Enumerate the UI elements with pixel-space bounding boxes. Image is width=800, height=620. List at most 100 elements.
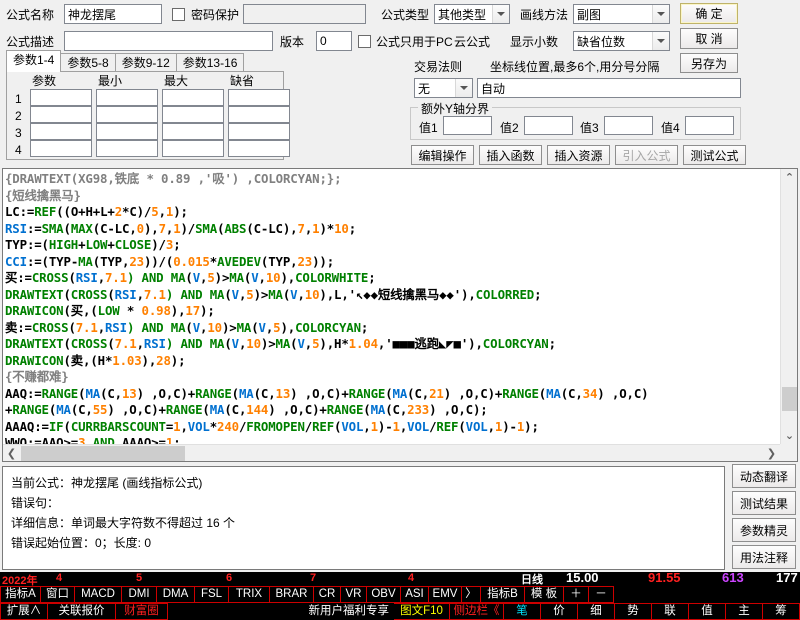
param-tab-1[interactable]: 参数1-4 — [6, 50, 62, 72]
action-button-2[interactable]: 插入函数 — [479, 145, 542, 165]
horizontal-scrollbar[interactable]: ❮ ❯ — [3, 444, 780, 461]
param-cell-r3-param[interactable] — [30, 123, 92, 140]
param-cell-r4-param[interactable] — [30, 140, 92, 157]
value2-input[interactable] — [524, 116, 573, 135]
scroll-left-icon[interactable]: ❮ — [3, 445, 20, 461]
version-input[interactable] — [316, 31, 352, 51]
taskbar-indicator-18[interactable]: － — [589, 586, 614, 603]
password-input[interactable] — [243, 4, 366, 24]
taskbar-indicator-5[interactable]: DMA — [157, 586, 195, 603]
password-protect-checkbox[interactable] — [172, 7, 185, 22]
taskbar-indicator-15[interactable]: 指标B — [481, 586, 525, 603]
trade-rule-select[interactable]: 无 — [414, 78, 473, 98]
ticker-extra: 177 — [776, 572, 798, 585]
formula-type-select[interactable]: 其他类型 — [434, 4, 510, 24]
ok-button[interactable]: 确 定 — [680, 3, 738, 24]
taskbar-indicator-12[interactable]: ASI — [401, 586, 429, 603]
param-tabs[interactable]: 参数1-4 参数5-8 参数9-12 参数13-16 — [6, 50, 245, 72]
taskbar-indicator-13[interactable]: EMV — [429, 586, 462, 603]
decimal-select[interactable]: 缺省位数 — [573, 31, 670, 51]
taskbar-tool-9[interactable]: 细 — [578, 603, 615, 620]
param-cell-r2-min[interactable] — [96, 106, 158, 123]
taskbar-tool-10[interactable]: 势 — [615, 603, 652, 620]
ticker-row: 2022年 4 5 6 7 4 日线 15.00 91.55 613 177 — [0, 572, 800, 587]
param-cell-r4-min[interactable] — [96, 140, 158, 157]
scroll-up-icon[interactable]: ⌃ — [781, 169, 797, 186]
scroll-down-icon[interactable]: ⌄ — [781, 427, 797, 444]
taskbar-indicator-16[interactable]: 模 板 — [525, 586, 564, 603]
taskbar-tool-2[interactable]: 关联报价 — [48, 603, 116, 620]
taskbar-tool-8[interactable]: 价 — [541, 603, 578, 620]
taskbar-tool-7[interactable]: 笔 — [504, 603, 541, 620]
param-row-index-1: 1 — [15, 92, 22, 106]
param-cell-r2-param[interactable] — [30, 106, 92, 123]
taskbar-indicator-7[interactable]: TRIX — [229, 586, 270, 603]
side-button-2[interactable]: 测试结果 — [732, 491, 796, 515]
taskbar-indicator-2[interactable]: 窗口 — [41, 586, 75, 603]
taskbar-indicator-11[interactable]: OBV — [367, 586, 401, 603]
taskbar-tool-1[interactable]: 扩展∧ — [0, 603, 48, 620]
taskbar-tool-14[interactable]: 筹 — [763, 603, 800, 620]
action-button-1[interactable]: 编辑操作 — [411, 145, 474, 165]
param-tab-4[interactable]: 参数13-16 — [175, 53, 245, 72]
cancel-button[interactable]: 取 消 — [680, 28, 738, 49]
taskbar-indicator-6[interactable]: FSL — [195, 586, 229, 603]
draw-method-select[interactable]: 副图 — [573, 4, 670, 24]
param-cell-r3-min[interactable] — [96, 123, 158, 140]
taskbar-tool-6[interactable]: 侧边栏《 — [450, 603, 504, 620]
chevron-down-icon[interactable] — [492, 5, 509, 23]
param-cell-r4-max[interactable] — [162, 140, 224, 157]
taskbar-promo-label[interactable]: 新用户福利专享 — [168, 603, 394, 620]
chevron-down-icon[interactable] — [652, 5, 669, 23]
chevron-down-icon[interactable] — [652, 32, 669, 50]
vertical-scrollbar[interactable]: ⌃ ⌄ — [780, 169, 797, 444]
param-cell-r3-default[interactable] — [228, 123, 290, 140]
param-cell-r1-default[interactable] — [228, 89, 290, 106]
formula-name-input[interactable] — [64, 4, 162, 24]
taskbar-indicator-9[interactable]: CR — [314, 586, 341, 603]
param-cell-r2-max[interactable] — [162, 106, 224, 123]
value3-input[interactable] — [604, 116, 653, 135]
value1-input[interactable] — [443, 116, 492, 135]
param-cell-r2-default[interactable] — [228, 106, 290, 123]
taskbar-tool-13[interactable]: 主 — [726, 603, 763, 620]
action-button-3[interactable]: 插入资源 — [547, 145, 610, 165]
value4-input[interactable] — [685, 116, 734, 135]
horizontal-scroll-thumb[interactable] — [21, 446, 185, 461]
code-surface[interactable]: www.gpgs.cn {DRAWTEXT(XG98,铁底 * 0.89 ,'吸… — [3, 169, 780, 444]
taskbar-indicator-8[interactable]: BRAR — [270, 586, 314, 603]
side-button-1[interactable]: 动态翻译 — [732, 464, 796, 488]
value3-label: 值3 — [580, 121, 599, 135]
param-cell-r1-param[interactable] — [30, 89, 92, 106]
taskbar-indicator-3[interactable]: MACD — [75, 586, 122, 603]
save-as-button[interactable]: 另存为 — [680, 53, 738, 73]
current-formula-text: 当前公式：神龙摆尾 (画线指标公式) — [11, 476, 203, 490]
code-editor[interactable]: www.gpgs.cn {DRAWTEXT(XG98,铁底 * 0.89 ,'吸… — [2, 168, 798, 462]
param-tab-3[interactable]: 参数9-12 — [114, 53, 177, 72]
password-protect-check[interactable] — [172, 8, 185, 22]
pc-only-check[interactable] — [358, 35, 371, 49]
taskbar-tool-11[interactable]: 联 — [652, 603, 689, 620]
action-button-5[interactable]: 测试公式 — [683, 145, 746, 165]
vertical-scroll-thumb[interactable] — [782, 387, 797, 411]
param-cell-r3-max[interactable] — [162, 123, 224, 140]
scroll-right-icon[interactable]: ❯ — [763, 445, 780, 461]
formula-desc-input[interactable] — [64, 31, 273, 51]
side-button-3[interactable]: 参数精灵 — [732, 518, 796, 542]
param-cell-r1-min[interactable] — [96, 89, 158, 106]
taskbar-indicator-10[interactable]: VR — [341, 586, 367, 603]
taskbar-tool-5[interactable]: 图文F10 — [394, 603, 450, 620]
taskbar-tool-3[interactable]: 财富圈 — [116, 603, 168, 620]
param-cell-r4-default[interactable] — [228, 140, 290, 157]
taskbar-tool-12[interactable]: 值 — [689, 603, 726, 620]
taskbar-indicator-14[interactable]: 〉 — [462, 586, 481, 603]
coord-line-input[interactable] — [477, 78, 741, 98]
taskbar-indicator-1[interactable]: 指标A — [0, 586, 41, 603]
chevron-down-icon[interactable] — [455, 79, 472, 97]
side-button-4[interactable]: 用法注释 — [732, 545, 796, 569]
taskbar-indicator-17[interactable]: ＋ — [564, 586, 589, 603]
taskbar-indicator-4[interactable]: DMI — [122, 586, 157, 603]
param-cell-r1-max[interactable] — [162, 89, 224, 106]
param-tab-2[interactable]: 参数5-8 — [60, 53, 116, 72]
pc-only-checkbox[interactable] — [358, 34, 371, 49]
